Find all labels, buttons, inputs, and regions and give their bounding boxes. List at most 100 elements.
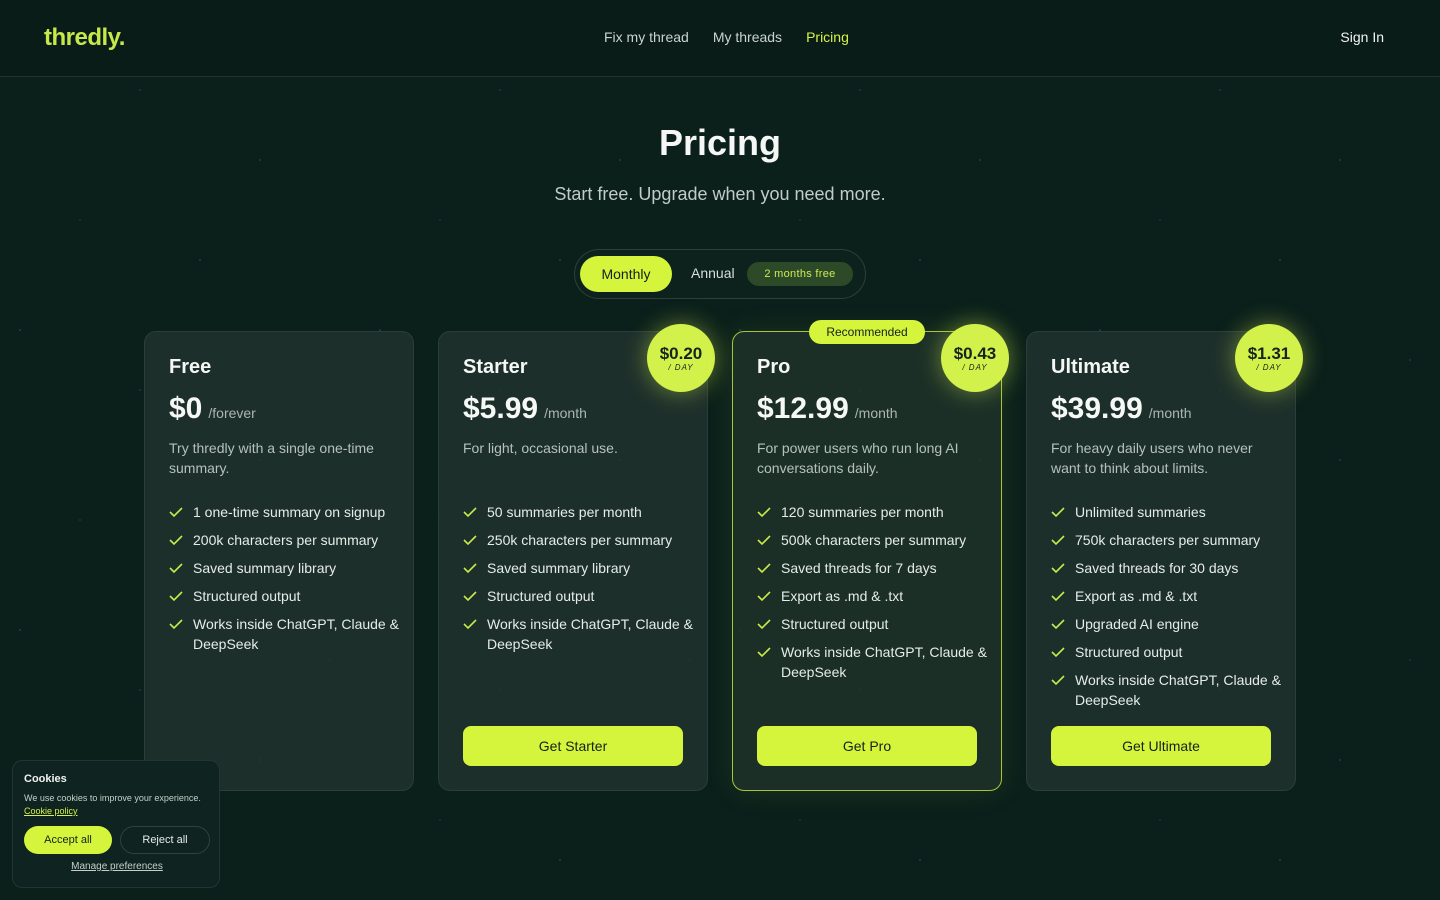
nav-link-my-threads[interactable]: My threads [713, 29, 782, 45]
plan-price-period: /month [854, 405, 898, 421]
check-icon [169, 619, 183, 630]
check-icon [463, 535, 477, 546]
main-nav: Fix my thread My threads Pricing [604, 29, 849, 45]
per-day-unit: / DAY [1256, 362, 1282, 372]
plan-price: $39.99/month [1051, 392, 1192, 426]
check-icon [463, 591, 477, 602]
per-day-price-badge: $0.43 / DAY [941, 324, 1009, 392]
check-icon [757, 591, 771, 602]
cookie-text: We use cookies to improve your experienc… [24, 793, 201, 803]
check-icon [169, 591, 183, 602]
check-icon [463, 563, 477, 574]
feature-item: 250k characters per summary [463, 530, 693, 550]
per-day-price-badge: $1.31 / DAY [1235, 324, 1303, 392]
cookie-policy-link[interactable]: Cookie policy [24, 806, 78, 816]
annual-discount-badge: 2 months free [747, 262, 853, 286]
nav-link-fix-my-thread[interactable]: Fix my thread [604, 29, 689, 45]
feature-item: Works inside ChatGPT, Claude & DeepSeek [757, 642, 987, 682]
plan-price-amount: $0 [169, 392, 203, 425]
feature-text: Structured output [781, 616, 889, 632]
get-starter-button[interactable]: Get Starter [463, 726, 683, 766]
feature-text: Works inside ChatGPT, Claude & DeepSeek [1075, 672, 1281, 708]
annual-option[interactable]: Annual [691, 265, 735, 281]
feature-list: Unlimited summaries 750k characters per … [1051, 502, 1281, 718]
plan-description: For light, occasional use. [463, 440, 618, 456]
feature-text: Structured output [1075, 644, 1183, 660]
cookie-consent-banner: Cookies We use cookies to improve your e… [12, 760, 220, 888]
feature-item: Saved summary library [169, 558, 399, 578]
check-icon [463, 507, 477, 518]
feature-text: 500k characters per summary [781, 532, 967, 548]
plan-card-starter: $0.20 / DAY Starter $5.99/month For ligh… [438, 324, 715, 791]
feature-text: Saved summary library [487, 560, 631, 576]
feature-text: Saved summary library [193, 560, 337, 576]
check-icon [169, 563, 183, 574]
monthly-option[interactable]: Monthly [580, 256, 672, 292]
get-ultimate-button[interactable]: Get Ultimate [1051, 726, 1271, 766]
cookie-title: Cookies [24, 773, 67, 785]
feature-item: 750k characters per summary [1051, 530, 1281, 550]
plan-card-pro: Recommended $0.43 / DAY Pro $12.99/month… [732, 320, 1009, 791]
feature-text: 50 summaries per month [487, 504, 642, 520]
feature-text: Works inside ChatGPT, Claude & DeepSeek [193, 616, 399, 652]
plan-price-period: /forever [208, 405, 256, 421]
manage-preferences-link[interactable]: Manage preferences [13, 861, 221, 872]
check-icon [1051, 619, 1065, 630]
plan-name: Free [169, 356, 212, 378]
feature-item: 50 summaries per month [463, 502, 693, 522]
plan-description: Try thredly with a single one-time summa… [169, 440, 374, 476]
reject-all-button[interactable]: Reject all [120, 826, 210, 854]
nav-link-pricing[interactable]: Pricing [806, 29, 849, 45]
plan-price-amount: $12.99 [757, 392, 849, 425]
check-icon [1051, 507, 1065, 518]
feature-item: Works inside ChatGPT, Claude & DeepSeek [463, 614, 693, 654]
feature-item: Upgraded AI engine [1051, 614, 1281, 634]
plan-name: Starter [463, 356, 528, 378]
billing-period-toggle: Monthly Annual 2 months free [574, 249, 866, 299]
feature-text: Works inside ChatGPT, Claude & DeepSeek [781, 644, 987, 680]
per-day-unit: / DAY [668, 362, 694, 372]
page-subtitle: Start free. Upgrade when you need more. [554, 184, 886, 204]
feature-text: 120 summaries per month [781, 504, 944, 520]
feature-item: Structured output [169, 586, 399, 606]
check-icon [1051, 535, 1065, 546]
top-navigation-bar: thredly. Fix my thread My threads Pricin… [0, 0, 1440, 77]
plan-name: Ultimate [1051, 356, 1130, 378]
per-day-amount: $0.20 [659, 343, 703, 363]
cookie-message: We use cookies to improve your experienc… [24, 792, 204, 818]
feature-item: Saved threads for 30 days [1051, 558, 1281, 578]
check-icon [1051, 647, 1065, 658]
feature-text: Saved threads for 7 days [781, 560, 937, 576]
feature-item: Unlimited summaries [1051, 502, 1281, 522]
check-icon [757, 507, 771, 518]
per-day-amount: $1.31 [1247, 343, 1291, 363]
plan-price: $0/forever [169, 392, 256, 426]
feature-text: Structured output [487, 588, 595, 604]
check-icon [169, 535, 183, 546]
feature-text: Upgraded AI engine [1075, 616, 1199, 632]
plan-name: Pro [757, 356, 791, 378]
feature-item: 500k characters per summary [757, 530, 987, 550]
plan-card-ultimate: $1.31 / DAY Ultimate $39.99/month For he… [1026, 324, 1303, 791]
accept-all-button[interactable]: Accept all [24, 826, 112, 854]
check-icon [463, 619, 477, 630]
feature-text: 200k characters per summary [193, 532, 379, 548]
check-icon [757, 535, 771, 546]
check-icon [757, 563, 771, 574]
plan-price: $12.99/month [757, 392, 898, 426]
brand-logo[interactable]: thredly. [44, 24, 125, 52]
feature-text: Export as .md & .txt [1075, 588, 1198, 604]
feature-item: 120 summaries per month [757, 502, 987, 522]
get-pro-button[interactable]: Get Pro [757, 726, 977, 766]
check-icon [169, 507, 183, 518]
sign-in-link[interactable]: Sign In [1340, 29, 1384, 45]
plan-description: For heavy daily users who never want to … [1051, 440, 1253, 476]
feature-text: 750k characters per summary [1075, 532, 1261, 548]
check-icon [757, 619, 771, 630]
plan-price: $5.99/month [463, 392, 587, 426]
plan-price-amount: $5.99 [463, 392, 539, 425]
per-day-price-badge: $0.20 / DAY [647, 324, 715, 392]
feature-item: Structured output [757, 614, 987, 634]
plan-price-amount: $39.99 [1051, 392, 1143, 425]
feature-list: 1 one-time summary on signup 200k charac… [169, 502, 399, 662]
